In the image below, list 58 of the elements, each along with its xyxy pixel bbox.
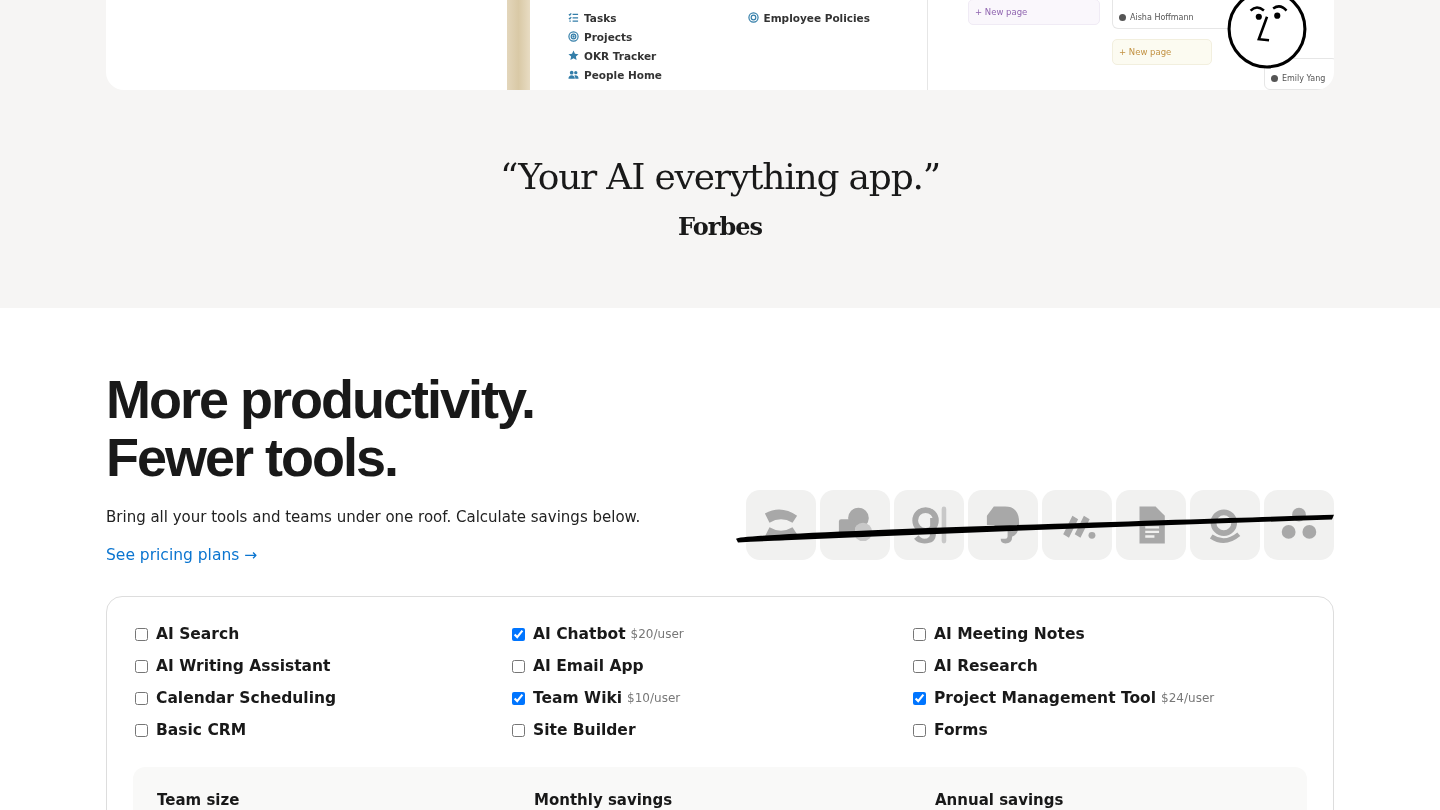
subtitle: Bring all your tools and teams under one roof. Calculate savings below. [106,508,641,526]
app-logo-icon [968,490,1038,560]
app-logo-icon [1116,490,1186,560]
target-icon [747,12,759,23]
app-logo-icon [1264,490,1334,560]
tool-label: Project Management Tool [934,689,1157,707]
app-logo-icon [1190,490,1260,560]
tool-label: Site Builder [533,721,636,739]
page-link[interactable]: Projects [584,30,633,43]
tool-label: AI Chatbot [533,625,626,643]
tool-price: $10/user [627,691,681,705]
page-link[interactable]: Employee Policies [763,11,870,24]
tool-label: AI Research [934,657,1038,675]
tool-label: AI Search [156,625,240,643]
page-link[interactable]: Tasks [584,11,617,24]
tool-checkbox[interactable] [913,691,926,705]
tool-checkbox[interactable] [913,723,926,737]
app-logo-icon [820,490,890,560]
target-icon [568,31,579,42]
checklist-icon [568,12,579,23]
quote-source: Forbes [677,212,763,241]
assignee-name: Aisha Hoffmann [1130,13,1194,22]
tool-label: AI Meeting Notes [934,625,1085,643]
quote-text: “Your AI everything app.” [499,155,941,199]
tool-checkbox[interactable] [913,627,926,641]
assignee-name: Emily Yang [1282,74,1326,83]
tool-checkbox[interactable] [512,659,525,673]
tool-label: AI Email App [533,657,644,675]
summary-label: Monthly savings [534,791,674,810]
tool-checkbox[interactable] [913,659,926,673]
new-page-button[interactable]: + New page [968,0,1100,25]
tool-label: AI Writing Assistant [156,657,331,675]
headline: More productivity. Fewer tools. [106,370,535,486]
avatar-icon [1271,75,1278,82]
tool-checkbox[interactable] [135,691,148,705]
people-icon [568,69,579,80]
summary-label: Annual savings [935,791,1065,810]
page-link[interactable]: OKR Tracker [584,49,657,62]
tool-price: $24/user [1161,691,1215,705]
tool-label: Team Wiki [533,689,623,707]
tool-checkbox[interactable] [135,659,148,673]
tool-checkbox[interactable] [512,691,525,705]
tool-label: Forms [934,721,988,739]
tool-checkbox[interactable] [512,723,525,737]
star-icon [568,50,579,61]
tool-checkbox[interactable] [135,627,148,641]
pricing-link[interactable]: See pricing plans → [106,546,258,564]
tool-label: Calendar Scheduling [156,689,337,707]
summary-label: Team size [157,791,241,810]
tool-label: Basic CRM [156,721,247,739]
tool-price: $20/user [630,627,684,641]
tool-checkbox[interactable] [512,627,525,641]
page-link[interactable]: People Home [584,68,662,81]
avatar-icon [1119,14,1126,21]
tool-checkbox[interactable] [135,723,148,737]
app-logo-icon [1042,490,1112,560]
app-logo-icon [746,490,816,560]
app-logo-icon [894,490,964,560]
